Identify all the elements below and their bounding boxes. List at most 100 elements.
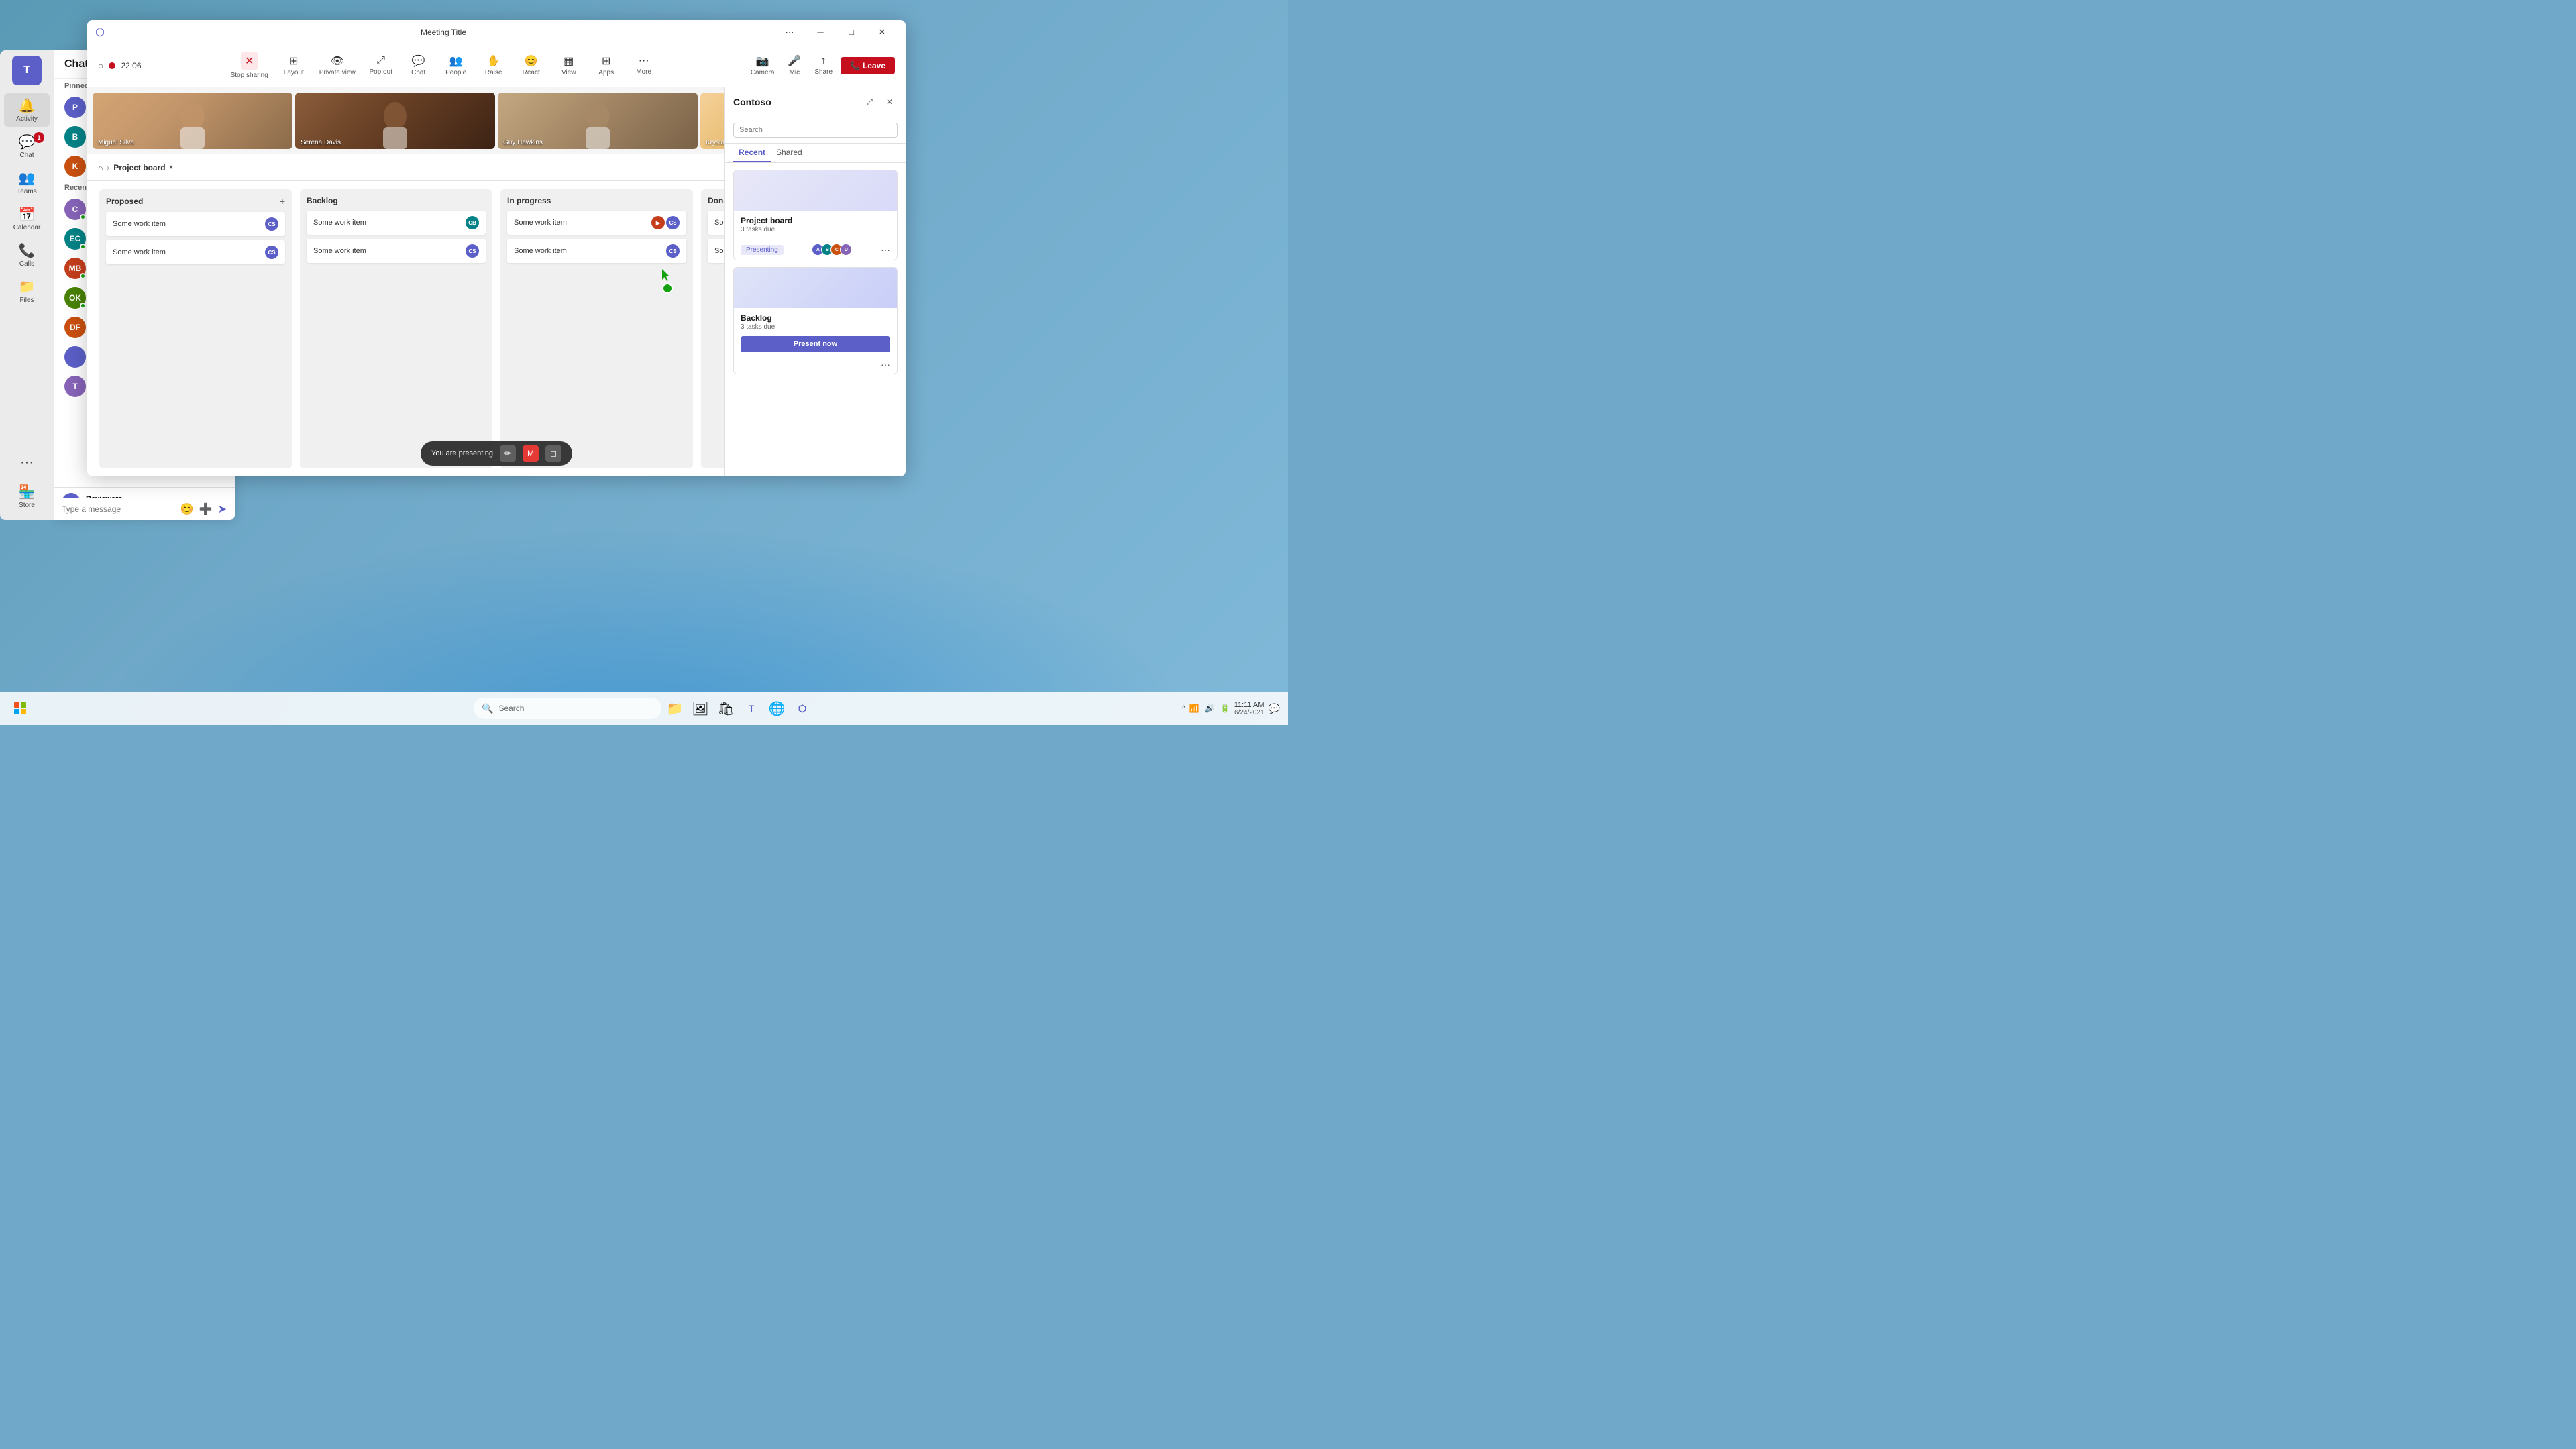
apps-button[interactable]: ⊞ Apps <box>589 52 624 79</box>
add-card-proposed[interactable]: + <box>280 196 285 207</box>
minimize-button[interactable]: ─ <box>805 20 836 44</box>
taskbar-store-icon[interactable]: 🛍 <box>714 696 738 720</box>
rail-item-files[interactable]: 📁 Files <box>4 274 50 308</box>
present-now-button[interactable]: Present now <box>741 336 890 352</box>
kanban-card-p2[interactable]: Some work item CS <box>106 240 285 264</box>
recent-avatar-2: EC <box>64 228 86 250</box>
mic-icon: 🎤 <box>788 54 801 68</box>
chevron-down-icon[interactable]: ▾ <box>170 164 173 171</box>
emoji-icon[interactable]: 😊 <box>180 502 194 516</box>
message-input[interactable] <box>62 504 175 514</box>
people-button[interactable]: 👥 People <box>439 52 474 79</box>
attach-icon[interactable]: ➕ <box>199 502 213 516</box>
leave-button[interactable]: 📞 Leave <box>841 57 895 74</box>
mic-button[interactable]: 🎤 Mic <box>782 52 806 79</box>
card-more-backlog[interactable]: ··· <box>881 359 890 370</box>
close-button[interactable]: ✕ <box>867 20 898 44</box>
card-text-b2: Some work item <box>313 247 366 255</box>
tab-recent[interactable]: Recent <box>733 144 771 162</box>
leave-phone-icon: 📞 <box>850 61 860 70</box>
kanban-mini-preview <box>808 173 822 208</box>
search-placeholder: Search <box>498 704 524 713</box>
recent-avatar-3: MB <box>64 258 86 279</box>
share-button[interactable]: ↑ Share <box>809 52 838 78</box>
tool-eraser[interactable]: ◻ <box>545 445 561 462</box>
card-text-p1: Some work item <box>113 220 166 228</box>
share-icon: ↑ <box>821 55 826 67</box>
react-button[interactable]: 😊 React <box>514 52 549 79</box>
more-icon: ··· <box>639 55 649 67</box>
raise-button[interactable]: ✋ Raise <box>476 52 511 79</box>
tab-shared[interactable]: Shared <box>771 144 808 162</box>
kanban-card-p1[interactable]: Some work item CS <box>106 212 285 236</box>
col-title-inprogress: In progress <box>507 196 551 205</box>
private-view-button[interactable]: 👁 Private view <box>314 52 361 79</box>
tool-marker[interactable]: M <box>523 445 539 462</box>
clock[interactable]: 11:11 AM 6/24/2021 <box>1234 701 1265 716</box>
taskbar-teams-icon[interactable]: T <box>739 696 763 720</box>
kanban-card-b1[interactable]: Some work item CB <box>307 211 486 235</box>
kanban-card-b2[interactable]: Some work item CS <box>307 239 486 263</box>
mini-avatars-projectboard: A B C D <box>812 244 852 256</box>
raise-icon: ✋ <box>487 54 500 68</box>
teams-logo[interactable]: T <box>12 56 42 85</box>
card-body-projectboard: Project board 3 tasks due <box>734 211 897 239</box>
panel-content: Project board 3 tasks due Presenting A B… <box>725 163 906 476</box>
pop-out-button[interactable]: ⤢ Pop out <box>364 52 398 78</box>
panel-popout-button[interactable]: ⤢ <box>861 94 877 110</box>
chevron-icon[interactable]: ^ <box>1182 705 1185 712</box>
col-header-backlog: Backlog <box>307 196 486 205</box>
date-display: 6/24/2021 <box>1234 709 1265 716</box>
people-icon: 👥 <box>449 54 463 68</box>
card-avatar-p1: CS <box>265 217 278 231</box>
taskbar-browser-icon[interactable]: 🌐 <box>765 696 789 720</box>
stop-sharing-button[interactable]: ✕ Stop sharing <box>225 49 274 82</box>
kanban-card-i2[interactable]: Some work item CS <box>507 239 686 263</box>
card-more-projectboard[interactable]: ··· <box>881 244 890 255</box>
maximize-button[interactable]: □ <box>836 20 867 44</box>
rail-item-calendar[interactable]: 📅 Calendar <box>4 202 50 235</box>
notification-icon[interactable]: 💬 <box>1269 703 1280 714</box>
panel-search-input[interactable] <box>733 123 898 138</box>
home-icon[interactable]: ⌂ <box>98 163 103 172</box>
more-options-button[interactable]: ··· <box>774 20 805 44</box>
network-icon[interactable]: 📶 <box>1189 704 1199 713</box>
taskbar-teams2-icon[interactable]: ⬡ <box>790 696 814 720</box>
camera-button[interactable]: 📷 Camera <box>745 52 780 79</box>
panel-card-projectboard: Project board 3 tasks due Presenting A B… <box>733 170 898 260</box>
video-tile-3[interactable]: Guy Hawkins <box>498 93 698 149</box>
rail-store[interactable]: 🏪 Store <box>19 484 36 509</box>
meeting-title: Meeting Title <box>113 28 774 37</box>
volume-icon[interactable]: 🔊 <box>1205 704 1215 713</box>
taskbar-right: ^ 📶 🔊 🔋 11:11 AM 6/24/2021 💬 <box>1182 701 1280 716</box>
more-button[interactable]: ··· More <box>627 52 661 78</box>
layout-button[interactable]: ⊞ Layout <box>276 52 311 79</box>
rail-item-teams[interactable]: 👥 Teams <box>4 166 50 199</box>
video-tile-2[interactable]: Serena Davis <box>295 93 495 149</box>
taskbar-explorer-icon[interactable]: 📁 <box>663 696 687 720</box>
rail-more-button[interactable]: ··· <box>20 455 34 470</box>
card-body-backlog: Backlog 3 tasks due <box>734 308 897 336</box>
taskbar-gallery-icon[interactable]: 🖼 <box>688 696 712 720</box>
rail-item-activity[interactable]: 🔔 Activity <box>4 93 50 127</box>
battery-icon[interactable]: 🔋 <box>1220 704 1230 713</box>
send-icon[interactable]: ➤ <box>218 502 227 516</box>
panel-search-area[interactable] <box>725 117 906 144</box>
private-view-label: Private view <box>319 69 356 76</box>
rail-item-calls[interactable]: 📞 Calls <box>4 238 50 272</box>
logo-tile-1 <box>14 702 19 708</box>
rail-item-chat[interactable]: 💬 Chat 1 <box>4 129 50 163</box>
video-tile-1[interactable]: Miguel Silva <box>93 93 292 149</box>
type-message-bar[interactable]: 😊 ➕ ➤ <box>54 498 235 520</box>
files-icon: 📁 <box>19 278 36 295</box>
panel-close-button[interactable]: ✕ <box>881 94 898 110</box>
taskbar-search[interactable]: 🔍 Search <box>474 698 661 719</box>
view-button[interactable]: ▦ View <box>551 52 586 79</box>
start-button[interactable] <box>8 696 32 720</box>
tool-pencil[interactable]: ✏ <box>500 445 516 462</box>
kanban-card-i1[interactable]: Some work item ▶ CS <box>507 211 686 235</box>
card-subtitle-backlog: 3 tasks due <box>741 323 890 331</box>
chat-button[interactable]: 💬 Chat <box>401 52 436 79</box>
toolbar-right-controls: 📷 Camera 🎤 Mic ↑ Share 📞 Leave <box>745 52 895 79</box>
kanban-mini-preview-backlog <box>810 270 822 305</box>
